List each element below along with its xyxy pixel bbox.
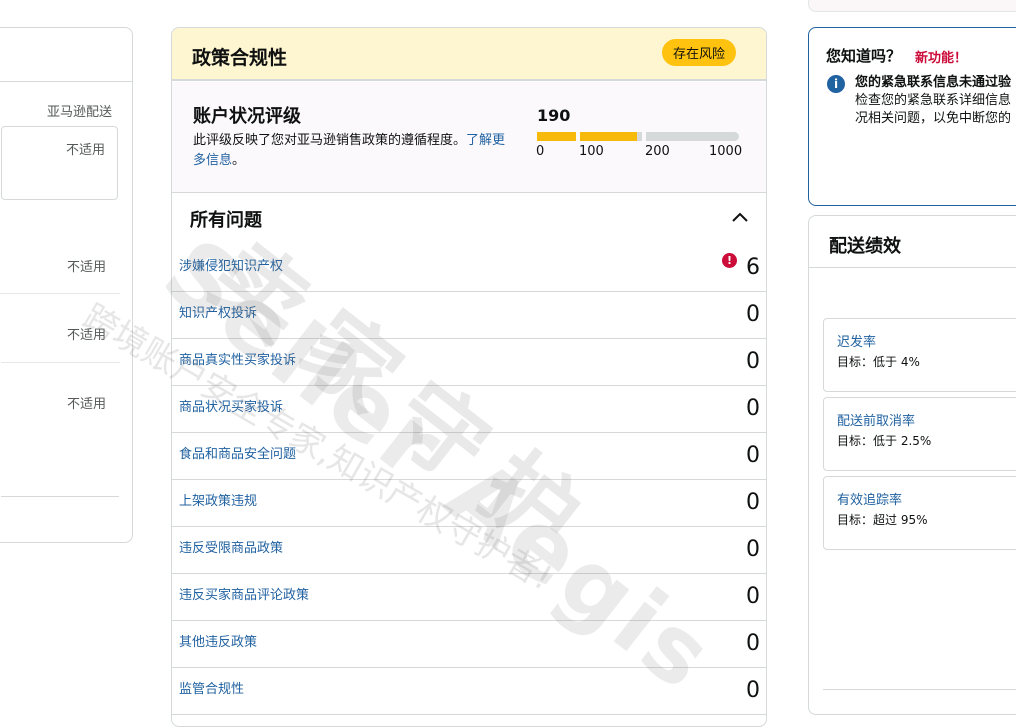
na-value: 不适用 (66, 397, 106, 412)
issue-row[interactable]: 商品状况买家投诉 0 (172, 386, 766, 433)
scale-tick: 1000 (709, 144, 743, 159)
issue-row[interactable]: 商品真实性买家投诉 0 (172, 339, 766, 386)
chevron-up-icon[interactable] (730, 208, 750, 226)
issue-count: 0 (746, 678, 760, 703)
issue-link[interactable]: 监管合规性 (179, 678, 244, 697)
issue-link[interactable]: 上架政策违规 (179, 490, 257, 509)
tip-text: 况相关问题，以免中断您的 (855, 111, 1012, 126)
na-value: 不适用 (66, 328, 106, 343)
tip-text: 检查您的紧急联系详细信息 (855, 93, 1012, 108)
metric-target: 目标：超过 95% (837, 513, 928, 527)
metric-label[interactable]: 配送前取消率 (837, 410, 915, 429)
issue-count: 0 (746, 631, 760, 656)
health-rating-title: 账户状况评级 (193, 106, 301, 127)
divider (1, 362, 120, 363)
divider (823, 689, 1016, 690)
divider (1, 496, 119, 497)
issue-link[interactable]: 商品真实性买家投诉 (179, 349, 296, 368)
risk-status-badge: 存在风险 (661, 39, 736, 66)
left-panel: 亚马逊配送 不适用 不适用 不适用 不适用 (0, 27, 133, 543)
top-strip-card (808, 0, 1016, 12)
issue-link[interactable]: 违反受限商品政策 (179, 537, 283, 556)
alert-icon: ! (722, 253, 737, 268)
issue-row[interactable]: 其他违反政策 0 (172, 621, 766, 668)
issue-row[interactable]: 知识产权投诉 0 (172, 292, 766, 339)
metric-target: 目标：低于 4% (837, 355, 920, 369)
divider (809, 267, 1016, 268)
issue-link[interactable]: 知识产权投诉 (179, 302, 257, 321)
delivery-performance-panel: 配送绩效 迟发率 目标：低于 4% 配送前取消率 目标：低于 2.5% 有效追踪… (808, 215, 1016, 715)
issue-count: 0 (746, 349, 760, 374)
issue-count: 0 (746, 443, 760, 468)
na-value: 不适用 (65, 143, 105, 158)
info-icon: i (827, 75, 845, 93)
issue-link[interactable]: 商品状况买家投诉 (179, 396, 283, 415)
tip-body: 您的紧急联系信息未通过验 检查您的紧急联系详细信息 况相关问题，以免中断您的 (855, 74, 1016, 128)
issue-count: 0 (746, 584, 760, 609)
issue-row[interactable]: 违反受限商品政策 0 (172, 527, 766, 574)
issue-row[interactable]: 监管合规性 0 (172, 668, 766, 715)
policy-header: 政策合规性 存在风险 (172, 28, 766, 81)
issue-link[interactable]: 食品和商品安全问题 (179, 443, 296, 462)
health-rating-description: 此评级反映了您对亚马逊销售政策的遵循程度。了解更多信息。 (193, 133, 506, 168)
na-value: 不适用 (66, 260, 106, 275)
metric-target: 目标：低于 2.5% (837, 434, 932, 448)
issue-row[interactable]: 食品和商品安全问题 0 (172, 433, 766, 480)
metric-label[interactable]: 有效追踪率 (837, 489, 902, 508)
metric-late-shipment[interactable]: 迟发率 目标：低于 4% (823, 318, 1016, 392)
health-score: 190 (537, 106, 571, 125)
issue-link[interactable]: 其他违反政策 (179, 631, 257, 650)
score-bar-segment (537, 132, 576, 141)
policy-compliance-panel: 政策合规性 存在风险 账户状况评级 此评级反映了您对亚马逊销售政策的遵循程度。了… (171, 27, 767, 727)
tip-headline: 您的紧急联系信息未通过验 (855, 75, 1012, 90)
fba-column-label: 亚马逊配送 (46, 105, 112, 120)
policy-title: 政策合规性 (192, 47, 288, 69)
metric-label[interactable]: 迟发率 (837, 331, 876, 350)
tip-title: 您知道吗？ (826, 47, 902, 65)
issue-count: 0 (746, 302, 760, 327)
issue-count: 6 (746, 255, 760, 280)
scale-tick: 0 (536, 144, 545, 159)
issue-count: 0 (746, 537, 760, 562)
account-health-rating: 账户状况评级 此评级反映了您对亚马逊销售政策的遵循程度。了解更多信息。 190 … (172, 82, 766, 193)
delivery-title: 配送绩效 (829, 236, 901, 257)
score-bar-segment (646, 132, 739, 141)
score-bar-segment (580, 132, 637, 141)
divider (0, 293, 120, 294)
issue-count: 0 (746, 396, 760, 421)
score-bar-segment (637, 132, 642, 141)
issue-row[interactable]: 上架政策违规 0 (172, 480, 766, 527)
issue-link[interactable]: 涉嫌侵犯知识产权 (179, 255, 283, 274)
issue-link[interactable]: 违反买家商品评论政策 (179, 584, 309, 603)
na-box: 不适用 (1, 126, 118, 200)
issue-row[interactable]: 涉嫌侵犯知识产权! 6 (172, 245, 766, 292)
all-issues-title: 所有问题 (190, 210, 262, 231)
divider (0, 81, 132, 82)
metric-pre-fulfillment-cancel[interactable]: 配送前取消率 目标：低于 2.5% (823, 397, 1016, 471)
issue-row[interactable]: 违反买家商品评论政策 0 (172, 574, 766, 621)
did-you-know-card: 您知道吗？ 新功能！ i 您的紧急联系信息未通过验 检查您的紧急联系详细信息 况… (808, 27, 1016, 206)
scale-tick: 200 (645, 144, 670, 159)
issue-count: 0 (746, 490, 760, 515)
scale-tick: 100 (579, 144, 604, 159)
new-feature-badge: 新功能！ (915, 51, 968, 66)
metric-valid-tracking[interactable]: 有效追踪率 目标：超过 95% (823, 476, 1016, 550)
